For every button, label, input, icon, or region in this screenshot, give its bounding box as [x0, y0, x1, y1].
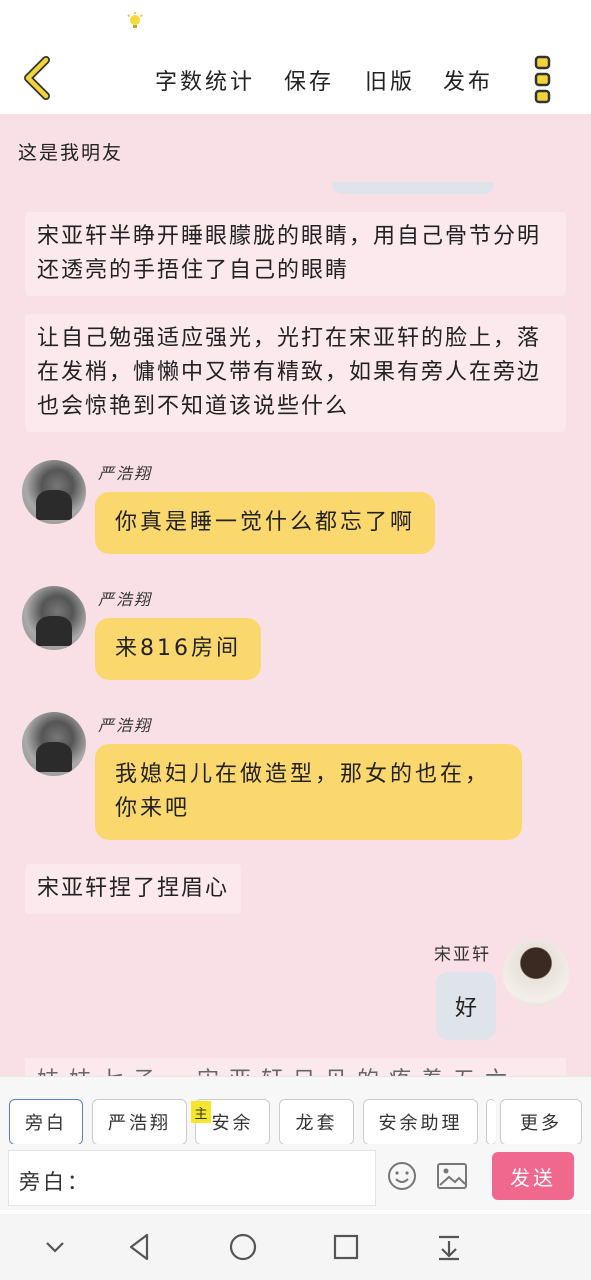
role-partial[interactable]	[486, 1099, 496, 1145]
system-nav-bar	[0, 1214, 591, 1280]
chat-bubble[interactable]: 来816房间	[95, 618, 261, 680]
chat-bubble[interactable]: 你真是睡一觉什么都忘了啊	[95, 492, 436, 554]
home-circle-icon[interactable]	[226, 1230, 260, 1264]
role-extra[interactable]: 龙套	[279, 1099, 354, 1145]
previous-bubble	[332, 182, 494, 194]
avatar-yan-haoxiang[interactable]	[22, 586, 86, 650]
status-bar	[0, 0, 591, 44]
more-menu-icon[interactable]	[532, 54, 554, 104]
send-button[interactable]: 发送	[492, 1152, 574, 1200]
back-triangle-icon[interactable]	[123, 1230, 157, 1264]
chat-bubble[interactable]: 我媳妇儿在做造型，那女的也在，你来吧	[95, 744, 522, 840]
chat-bubble[interactable]: 好	[436, 972, 496, 1040]
lightbulb-icon	[127, 12, 143, 28]
speaker-name: 严浩翔	[98, 590, 153, 609]
chevron-down-icon[interactable]	[38, 1230, 72, 1264]
chat-area[interactable]: 这是我明友 宋亚轩半睁开睡眼朦胧的眼睛，用自己骨节分明还透亮的手捂住了自己的眼睛…	[0, 114, 591, 1076]
avatar-song-yaxuan[interactable]	[503, 940, 569, 1006]
role-yan-haoxiang[interactable]: 严浩翔	[92, 1099, 187, 1145]
speaker-name: 严浩翔	[98, 716, 153, 735]
pull-down-icon[interactable]	[432, 1230, 466, 1264]
avatar-yan-haoxiang[interactable]	[22, 460, 86, 524]
role-narrator[interactable]: 旁白	[9, 1099, 83, 1145]
word-count-button[interactable]: 字数统计	[155, 64, 255, 96]
narration-message[interactable]: 宋亚轩半睁开睡眼朦胧的眼睛，用自己骨节分明还透亮的手捂住了自己的眼睛	[25, 212, 566, 296]
recents-square-icon[interactable]	[329, 1230, 363, 1264]
narration-message[interactable]: 让自己勉强适应强光，光打在宋亚轩的脸上，落在发梢，慵懒中又带有精致，如果有旁人在…	[25, 314, 566, 432]
save-button[interactable]: 保存	[284, 64, 334, 96]
speaker-name: 严浩翔	[98, 464, 153, 483]
speaker-name: 宋亚轩	[434, 945, 491, 965]
more-roles-button[interactable]: 更多	[500, 1099, 582, 1145]
role-anyu-assistant[interactable]: 安余助理	[363, 1099, 478, 1145]
input-bar: 旁白： 发送	[0, 1144, 591, 1210]
role-selector: 旁白 严浩翔 安余 龙套 安余助理 更多	[0, 1076, 591, 1145]
message-input[interactable]: 旁白：	[8, 1150, 376, 1206]
narration-message-partial[interactable]: 妹妹七子、宋亚轩只见的疼着五六、四维考点	[25, 1058, 566, 1076]
top-nav: 字数统计 保存 旧版 发布	[0, 44, 591, 114]
chapter-title: 这是我明友	[18, 142, 124, 164]
narration-message[interactable]: 宋亚轩捏了捏眉心	[25, 864, 242, 914]
back-arrow-icon[interactable]	[20, 56, 56, 100]
emoji-icon[interactable]	[386, 1160, 418, 1192]
avatar-yan-haoxiang[interactable]	[22, 712, 86, 776]
main-character-badge: 主	[191, 1101, 211, 1123]
old-version-button[interactable]: 旧版	[365, 64, 415, 96]
image-icon[interactable]	[436, 1162, 468, 1190]
publish-button[interactable]: 发布	[443, 64, 493, 96]
